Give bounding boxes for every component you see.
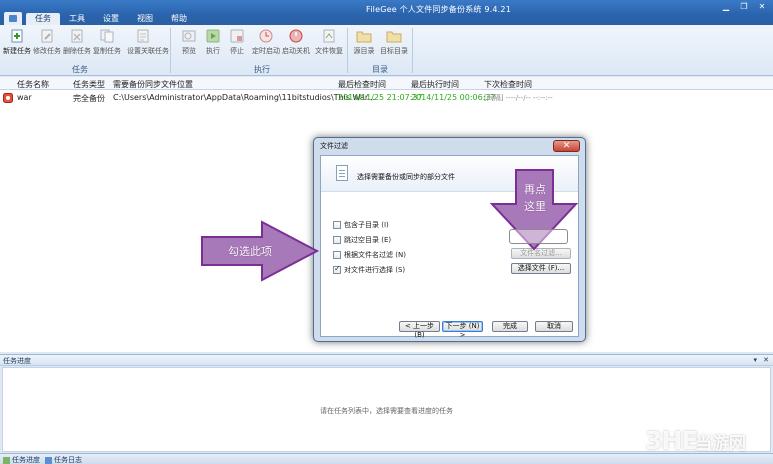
- annotation-down-text-2: 这里: [524, 200, 546, 213]
- annotation-highlight: [509, 229, 568, 244]
- annotation-down-text-1: 再点: [524, 183, 546, 196]
- annotation-left-text: 勾选此项: [228, 245, 272, 258]
- annotation-layer: [201, 169, 579, 282]
